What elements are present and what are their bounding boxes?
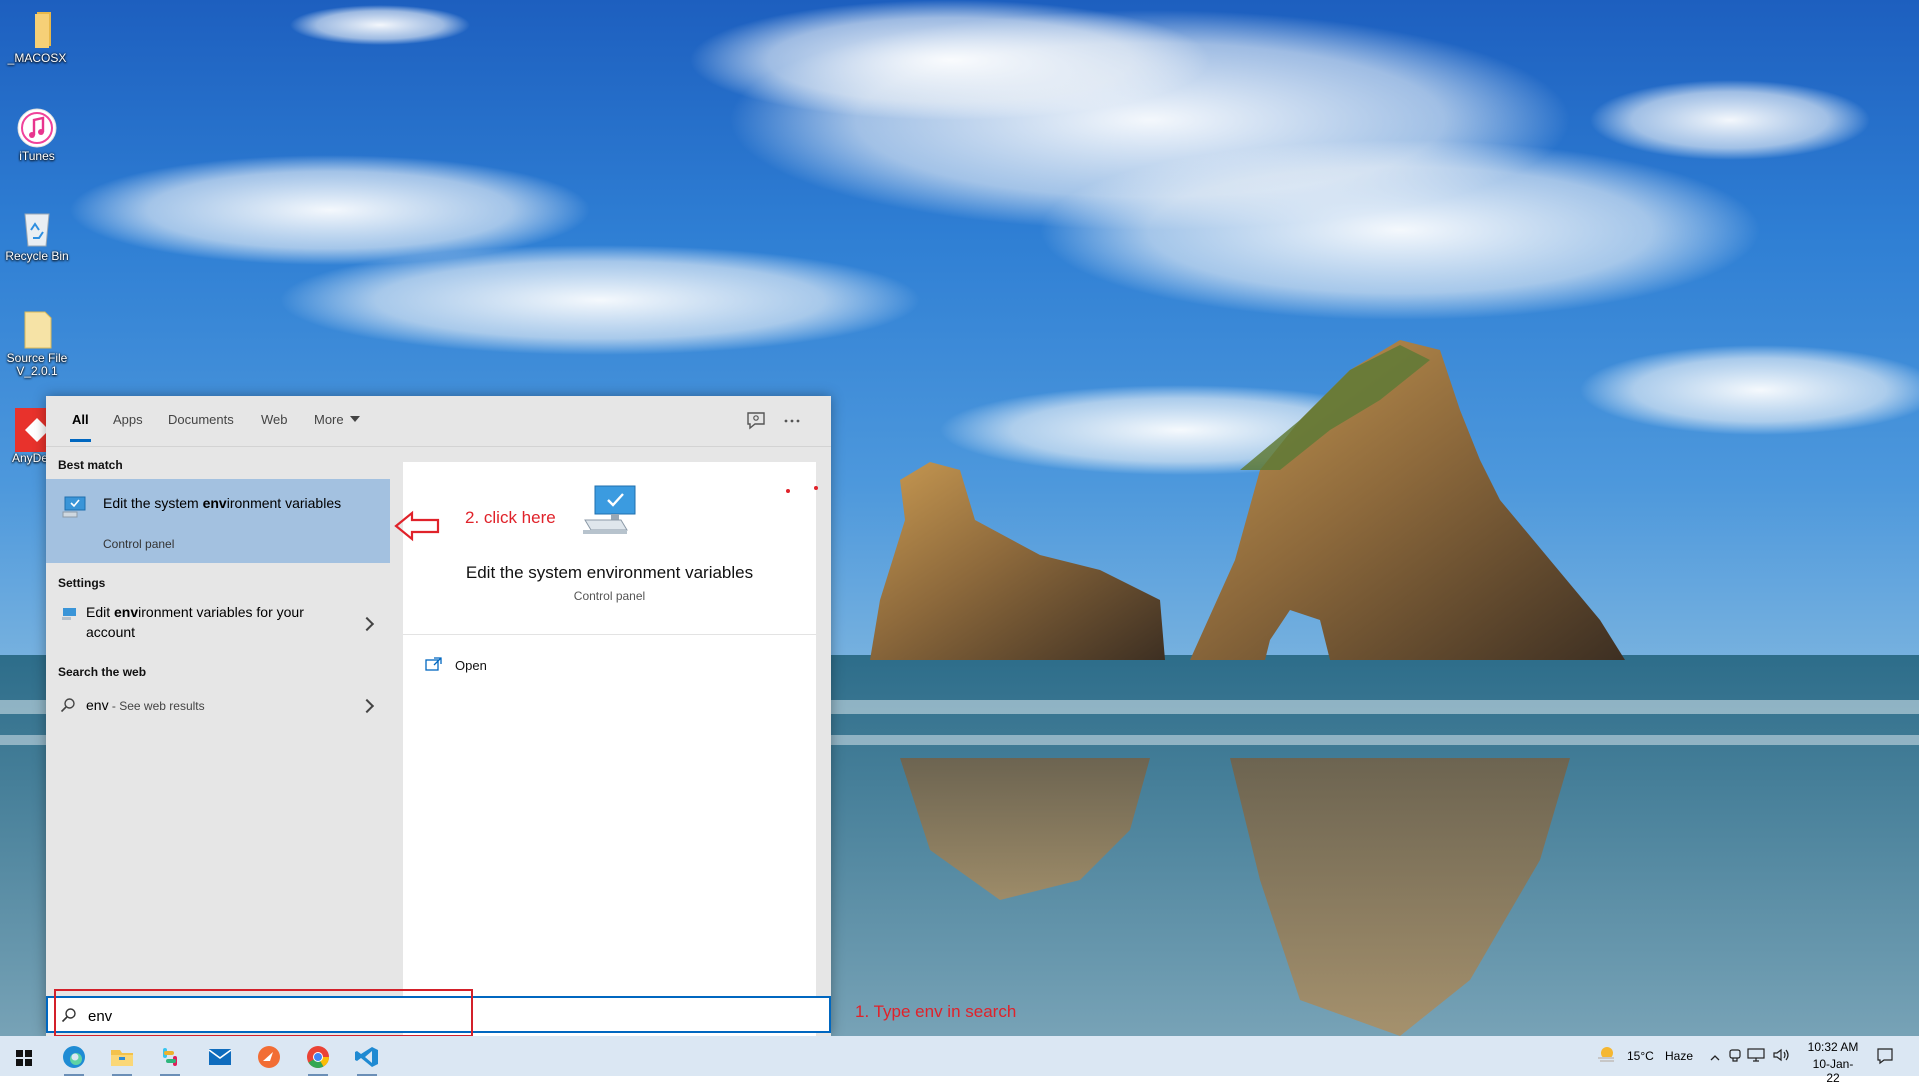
- search-icon: [60, 697, 76, 713]
- open-action[interactable]: Open: [455, 658, 487, 673]
- web-search-result[interactable]: env - See web results: [46, 687, 390, 723]
- computer-settings-icon: [581, 484, 639, 538]
- result-preview-pane: Edit the system environment variables Co…: [403, 462, 816, 1036]
- taskbar-chrome[interactable]: [300, 1042, 336, 1076]
- best-match-title: Edit the system environment variables: [103, 495, 342, 511]
- notifications-icon[interactable]: [1876, 1047, 1894, 1065]
- tab-more-label: More: [314, 412, 344, 427]
- folder-icon: [15, 308, 59, 352]
- section-settings: Settings: [58, 576, 106, 590]
- start-search-panel: All Apps Documents Web More Best match E…: [46, 396, 831, 1036]
- tab-more[interactable]: More: [314, 412, 360, 427]
- annotation-arrow-icon: [394, 510, 440, 542]
- clock-time[interactable]: 10:32 AM: [1807, 1040, 1859, 1054]
- annotation-step-2: 2. click here: [465, 508, 556, 527]
- desktop-icon-recycle-bin[interactable]: Recycle Bin: [0, 206, 74, 263]
- annotation-dot: [814, 486, 818, 490]
- itunes-icon: [15, 106, 59, 150]
- annotation-dot: [786, 489, 790, 493]
- desktop-icon-source-file[interactable]: Source File V_2.0.1: [0, 308, 74, 378]
- meet-now-icon[interactable]: [1728, 1047, 1742, 1063]
- folder-icon: [15, 8, 59, 52]
- taskbar-vscode[interactable]: [349, 1042, 385, 1076]
- search-filter-tabs: All Apps Documents Web More: [46, 396, 831, 447]
- weather-condition[interactable]: Haze: [1665, 1049, 1693, 1063]
- taskbar-slack[interactable]: [152, 1042, 188, 1076]
- start-button[interactable]: [6, 1042, 42, 1072]
- preview-divider: [403, 634, 816, 635]
- section-best-match: Best match: [58, 458, 123, 472]
- taskbar-file-explorer[interactable]: [104, 1042, 140, 1076]
- network-icon[interactable]: [1747, 1048, 1765, 1062]
- settings-result[interactable]: Edit environment variables for your acco…: [46, 597, 390, 653]
- taskbar-edge[interactable]: [56, 1042, 92, 1076]
- caret-down-icon: [349, 416, 360, 422]
- annotation-highlight-box: [54, 989, 473, 1037]
- feedback-icon[interactable]: [744, 409, 768, 433]
- tab-web[interactable]: Web: [261, 412, 288, 427]
- settings-result-text: Edit environment variables for your acco…: [86, 604, 304, 640]
- taskbar: 15°C Haze 10:32 AM 10-Jan-22: [0, 1036, 1919, 1085]
- settings-monitor-icon: [62, 607, 78, 621]
- clock-date[interactable]: 10-Jan-22: [1807, 1057, 1859, 1085]
- results-list: Best match Edit the system environment v…: [46, 447, 390, 1036]
- recycle-bin-icon: [15, 206, 59, 250]
- section-search-web: Search the web: [58, 665, 147, 679]
- taskbar-mail[interactable]: [202, 1042, 238, 1072]
- tab-apps[interactable]: Apps: [113, 412, 143, 427]
- preview-title: Edit the system environment variables: [465, 563, 754, 582]
- open-icon: [425, 656, 443, 672]
- tab-documents[interactable]: Documents: [168, 412, 234, 427]
- best-match-subtitle: Control panel: [103, 537, 175, 551]
- weather-temperature[interactable]: 15°C: [1627, 1049, 1654, 1063]
- desktop-icon-macosx[interactable]: _MACOSX: [0, 8, 74, 65]
- preview-subtitle: Control panel: [573, 589, 646, 603]
- chevron-right-icon: [359, 616, 375, 632]
- taskbar-swift-playgrounds[interactable]: [251, 1042, 287, 1072]
- weather-haze-icon[interactable]: [1595, 1044, 1617, 1066]
- volume-icon[interactable]: [1772, 1047, 1790, 1063]
- chevron-right-icon: [359, 698, 375, 714]
- more-options-icon[interactable]: [780, 409, 804, 433]
- web-search-text: env - See web results: [86, 697, 205, 713]
- best-match-result[interactable]: Edit the system environment variables Co…: [46, 479, 390, 563]
- computer-settings-icon: [62, 495, 88, 519]
- tab-all[interactable]: All: [70, 412, 91, 442]
- chevron-up-icon[interactable]: [1710, 1050, 1720, 1061]
- desktop-icon-itunes[interactable]: iTunes: [0, 106, 74, 163]
- annotation-step-1: 1. Type env in search: [855, 1002, 1017, 1021]
